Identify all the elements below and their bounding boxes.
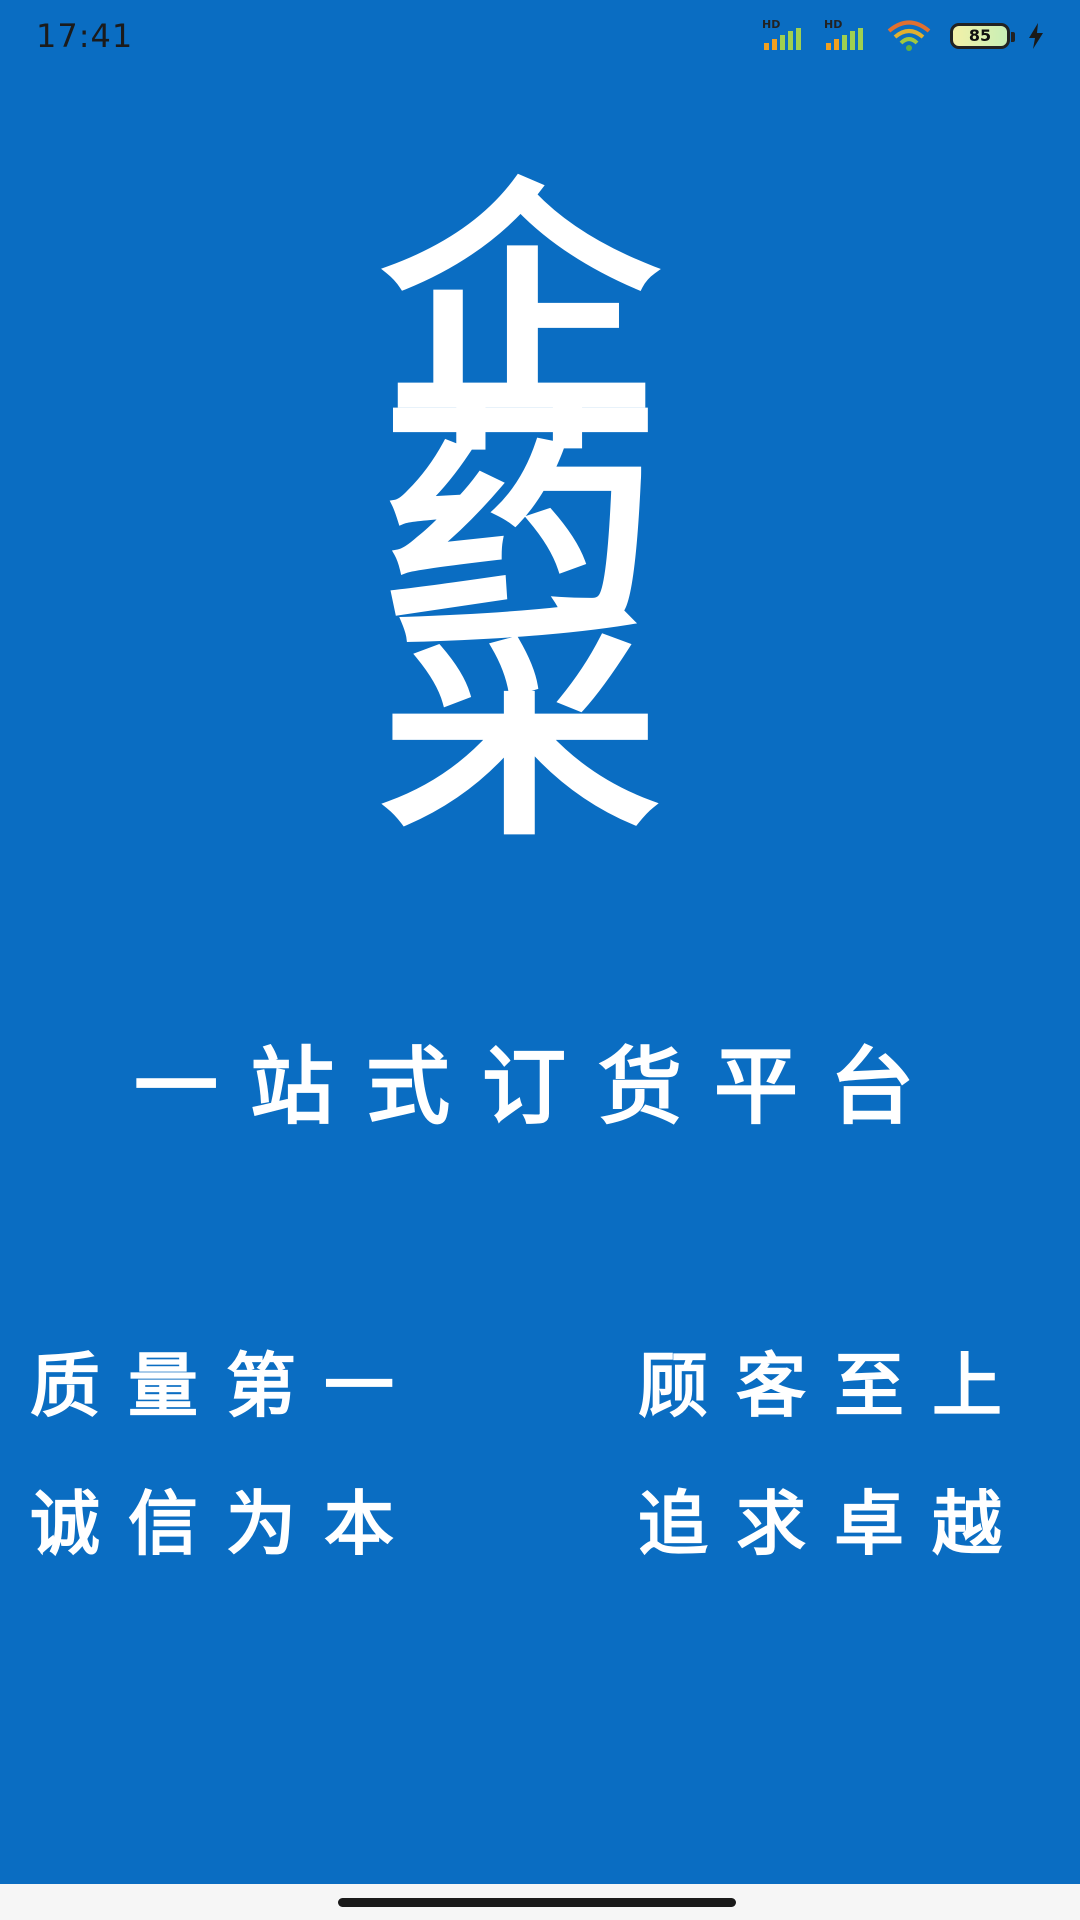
motto-text: 追求卓越 xyxy=(638,1482,1030,1565)
motto-row: 质量第一 顾客至上 xyxy=(30,1330,1030,1431)
motto-row: 诚信为本 追求卓越 xyxy=(30,1468,1030,1569)
motto-text: 诚信为本 xyxy=(30,1482,422,1565)
status-bar: 17:41 HD HD 85 xyxy=(0,0,1080,72)
motto-text: 质量第一 xyxy=(30,1344,422,1427)
wifi-icon xyxy=(887,20,931,51)
motto-text: 顾客至上 xyxy=(638,1344,1030,1427)
logo-char: 采 xyxy=(380,579,660,870)
slogan: 一站式订货平台 xyxy=(133,1037,946,1136)
signal-icon: HD xyxy=(824,18,868,50)
status-icons: HD HD 85 xyxy=(762,18,1044,52)
signal-icon: HD xyxy=(762,18,806,50)
charging-icon xyxy=(1029,23,1043,49)
status-time: 17:41 xyxy=(36,17,134,55)
home-indicator[interactable] xyxy=(338,1898,736,1907)
battery-icon: 85 xyxy=(950,23,1015,49)
app-logo: 企 药 采 xyxy=(350,180,690,870)
battery-level: 85 xyxy=(968,26,992,45)
